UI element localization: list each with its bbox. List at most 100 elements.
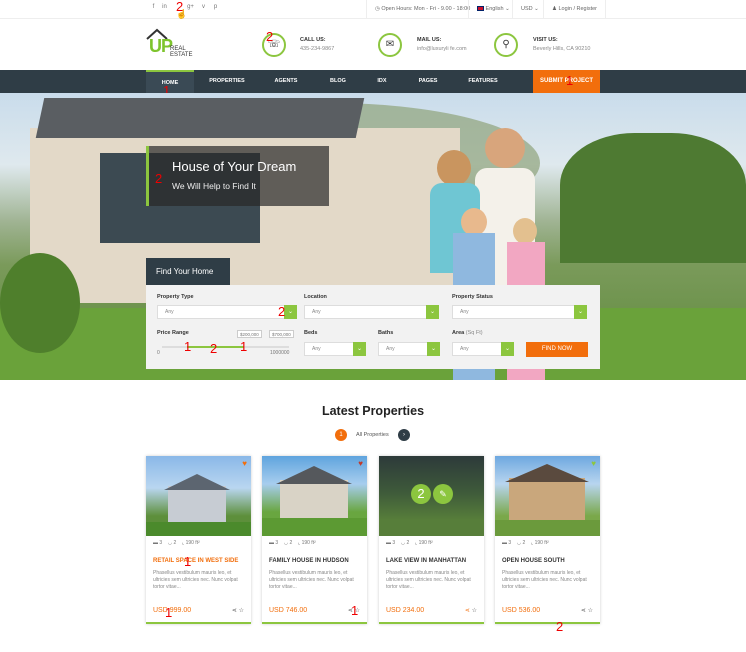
chevron-down-icon: ⌄ [574,305,587,319]
share-icon[interactable]: ⋖ [232,608,239,614]
facebook-icon[interactable]: f [149,4,158,10]
call-value[interactable]: 435-234-9867 [300,46,334,52]
heart-icon[interactable]: ♥ [591,459,596,468]
beds-count: 3 [275,540,279,546]
property-title[interactable]: OPEN HOUSE SOUTH [502,558,565,564]
baths-value: Any [386,346,395,352]
properties-tab-active[interactable]: 1 [335,429,347,441]
uk-flag-icon [477,6,484,12]
mail-value[interactable]: info@luxuryli fe.com [417,46,467,52]
open-hours: ◷ Open Hours: Mon - Fri - 9.00 - 18:00 [366,0,478,19]
property-description: Phasellus vestibulum mauris leo, et ultr… [502,570,587,590]
link-icon[interactable]: ✎ [433,484,453,504]
linkedin-icon[interactable]: in [160,4,169,10]
logo-sub-text: REAL ESTATE [170,46,193,58]
call-label: CALL US: [300,37,326,43]
hero-trees [560,133,746,263]
hero-house-roof [35,98,365,138]
property-type-select[interactable]: Any ⌄ [157,305,297,319]
pinterest-icon[interactable]: p [211,4,220,10]
baths-count: 2 [289,540,293,546]
baths-select[interactable]: Any ⌄ [378,342,440,356]
nav-item-properties[interactable]: PROPERTIES [200,70,254,93]
property-title[interactable]: RETAIL SPACE IN WEST SIDE [153,558,238,564]
find-home-tab[interactable]: Find Your Home [146,258,230,285]
property-image[interactable] [146,456,251,536]
property-features: ▬ 3 ◡ 2 ⌞ 190 ft² [502,540,549,546]
find-now-button[interactable]: FIND NOW [526,342,588,357]
property-description: Phasellus vestibulum mauris leo, et ultr… [269,570,354,590]
top-bar: f in g+ v p ◷ Open Hours: Mon - Fri - 9.… [0,0,746,19]
google-plus-icon[interactable]: g+ [186,4,195,10]
baths-count: 2 [173,540,177,546]
property-status-select[interactable]: Any ⌄ [452,305,587,319]
share-icon[interactable]: ⋖ [581,608,588,614]
location-label: Location [304,294,327,300]
beds-count: 3 [392,540,396,546]
annotation-marker: 2 [278,304,286,319]
property-price: USD 746.00 [269,607,308,614]
hero-subtitle: We Will Help to Find It [172,181,256,191]
price-range-label: Price Range [157,330,189,336]
property-title[interactable]: FAMILY HOUSE IN HUDSON [269,558,349,564]
chevron-down-icon: ⌄ [353,342,366,356]
area-value: Any [460,346,469,352]
nav-item-features[interactable]: FEATURES [460,70,506,93]
site-logo[interactable]: UP REAL ESTATE [146,28,206,58]
nav-item-agents[interactable]: AGENTS [266,70,306,93]
property-description: Phasellus vestibulum mauris leo, et ultr… [386,570,471,590]
section-title: Latest Properties [321,404,425,418]
property-card[interactable]: 2 ✎ ▬ 3 ◡ 2 ⌞ 190 ft² LAKE VIEW IN MANHA… [379,456,484,624]
star-icon[interactable]: ☆ [588,608,593,614]
property-image[interactable] [262,456,367,536]
area-size: 190 ft² [301,540,316,546]
chevron-down-icon: ⌄ [427,342,440,356]
logo-main-text: UP [149,36,173,56]
language-selector[interactable]: English ⌄ [468,0,518,19]
beds-value: Any [312,346,321,352]
star-icon[interactable]: ☆ [472,608,477,614]
all-properties-tab[interactable]: All Properties [356,432,389,438]
price-range-slider[interactable] [162,346,289,348]
hero-title: House of Your Dream [172,159,297,174]
login-text: Login / Register [558,6,597,12]
area-size: 190 ft² [418,540,433,546]
property-type-value: Any [165,309,174,315]
annotation-marker: 2 [155,171,163,186]
annotation-marker: 1 [566,73,574,88]
property-card[interactable]: ♥ ▬ 3 ◡ 2 ⌞ 190 ft² FAMILY HOUSE IN HUDS… [262,456,367,624]
heart-icon[interactable]: ♥ [358,459,363,468]
mail-icon: ✉ [378,33,402,57]
nav-item-pages[interactable]: PAGES [410,70,446,93]
annotation-marker: 1 [184,339,192,354]
property-card[interactable]: ♥ ▬ 3 ◡ 2 ⌞ 190 ft² OPEN HOUSE SOUTH Pha… [495,456,600,624]
share-icon[interactable]: ⋖ [465,608,472,614]
location-select[interactable]: Any ⌄ [304,305,439,319]
visit-value: Beverly Hills, CA 90210 [533,46,591,52]
property-image[interactable] [495,456,600,536]
next-tab-arrow-icon[interactable]: › [398,429,410,441]
nav-item-blog[interactable]: BLOG [320,70,356,93]
property-title[interactable]: LAKE VIEW IN MANHATTAN [386,558,466,564]
mail-label: MAIL US: [417,37,442,43]
location-pin-icon: ⚲ [494,33,518,57]
baths-count: 2 [406,540,410,546]
annotation-marker: 2 [556,619,564,634]
property-type-label: Property Type [157,294,194,300]
beds-select[interactable]: Any ⌄ [304,342,366,356]
vimeo-icon[interactable]: v [199,4,208,10]
price-max-value: 1000000 [270,350,290,356]
property-card[interactable]: ♥ ▬ 3 ◡ 2 ⌞ 190 ft² RETAIL SPACE IN WEST… [146,456,251,624]
area-unit: (Sq Ft) [465,330,483,336]
currency-selector[interactable]: USD ⌄ [512,0,547,19]
property-price: USD 536.00 [502,607,541,614]
login-link[interactable]: ♟ Login / Register [543,0,606,19]
nav-item-idx[interactable]: IDX [368,70,396,93]
heart-icon[interactable]: ♥ [242,459,247,468]
property-image[interactable]: 2 ✎ [379,456,484,536]
price-min-box: $200,000 [237,330,262,338]
area-select[interactable]: Any ⌄ [452,342,514,356]
beds-count: 3 [508,540,512,546]
star-icon[interactable]: ☆ [239,608,244,614]
annotation-marker: 1 [351,603,359,618]
